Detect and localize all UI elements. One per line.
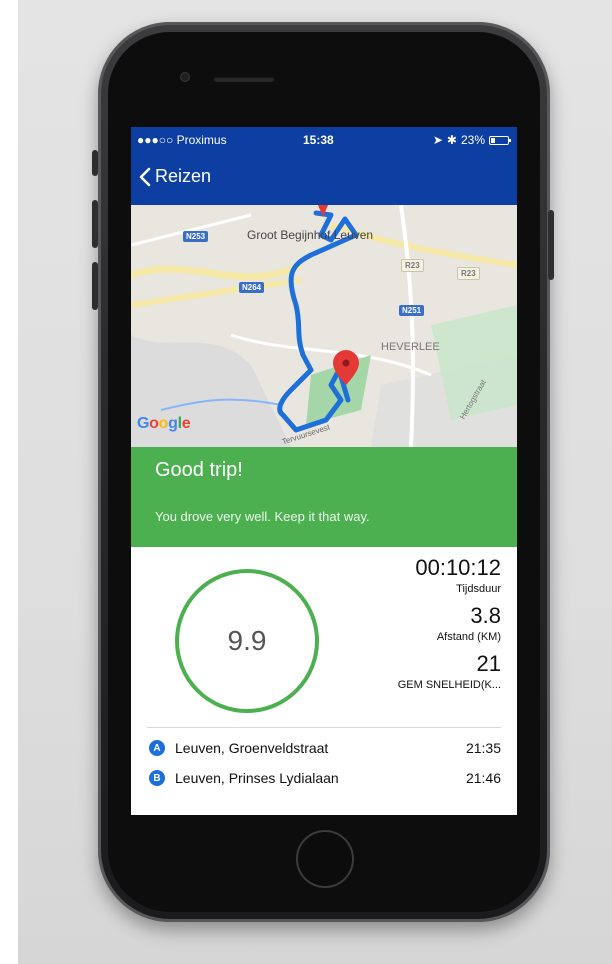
- status-bar: ●●●○○ Proximus 15:38 ➤ ✱ 23%: [131, 127, 517, 153]
- battery-level: [491, 137, 495, 143]
- volume-down-button: [92, 262, 98, 310]
- road-shield-n253: N253: [183, 231, 209, 242]
- score-value: 9.9: [227, 625, 267, 656]
- duration-label: Tijdsduur: [456, 583, 501, 595]
- front-camera: [180, 72, 190, 82]
- distance-label: Afstand (KM): [436, 631, 501, 643]
- bluetooth-icon: ✱: [446, 133, 457, 147]
- banner-subtitle: You drove very well. Keep it that way.: [155, 509, 370, 524]
- home-button[interactable]: [296, 830, 354, 888]
- start-marker-icon: A: [149, 740, 165, 756]
- carrier-label: ●●●○○ Proximus: [137, 133, 227, 147]
- banner-title: Good trip!: [155, 459, 243, 481]
- volume-up-button: [92, 200, 98, 248]
- chevron-left-icon: [139, 167, 151, 186]
- battery-percent: 23%: [460, 133, 485, 147]
- road-shield-r23-b: R23: [457, 267, 480, 280]
- score-ring: 9.9: [175, 569, 319, 713]
- district-label: HEVERLEE: [381, 341, 440, 353]
- list-item[interactable]: B Leuven, Prinses Lydialaan 21:46: [131, 763, 517, 793]
- battery-icon: [489, 135, 511, 145]
- clock: 15:38: [303, 133, 334, 147]
- back-label: Reizen: [155, 166, 212, 186]
- phone-screen: ●●●○○ Proximus 15:38 ➤ ✱ 23% Reizen N253…: [131, 127, 517, 815]
- stop-name: Leuven, Groenveldstraat: [175, 740, 329, 756]
- earpiece-speaker: [213, 76, 275, 82]
- back-button[interactable]: Reizen: [139, 166, 211, 187]
- road-shield-n264: N264: [239, 282, 265, 293]
- trip-feedback-banner: Good trip! You drove very well. Keep it …: [131, 447, 517, 547]
- divider: [147, 727, 501, 728]
- end-marker-icon: B: [149, 770, 165, 786]
- poi-label: Groot Begijnhof Leuven: [247, 228, 374, 242]
- road-shield-n251: N251: [399, 305, 425, 316]
- stop-time: 21:35: [465, 740, 501, 756]
- duration-value: 00:10:12: [415, 555, 501, 580]
- trip-stats: 9.9 00:10:12 Tijdsduur 3.8 Afstand (KM) …: [131, 547, 517, 725]
- power-button: [548, 210, 554, 280]
- google-logo: Google: [137, 415, 191, 432]
- avg-speed-label: GEM SNELHEID(K...: [397, 679, 501, 691]
- road-shield-r23-a: R23: [401, 259, 424, 272]
- stop-time: 21:46: [465, 770, 501, 786]
- status-right: ➤ ✱ 23%: [432, 133, 511, 147]
- stop-name: Leuven, Prinses Lydialaan: [175, 770, 339, 786]
- avg-speed-value: 21: [476, 651, 501, 676]
- stop-list: A Leuven, Groenveldstraat 21:35 B Leuven…: [131, 733, 517, 815]
- route-map[interactable]: N253 N264 N251 R23 R23 Groot Begijnhof L…: [131, 205, 517, 447]
- list-item[interactable]: A Leuven, Groenveldstraat 21:35: [131, 733, 517, 763]
- navigation-bar: Reizen: [131, 153, 517, 205]
- distance-value: 3.8: [470, 603, 501, 628]
- mute-switch: [92, 150, 98, 176]
- stat-column: 00:10:12 Tijdsduur 3.8 Afstand (KM) 21 G…: [398, 555, 501, 699]
- location-arrow-icon: ➤: [432, 133, 443, 147]
